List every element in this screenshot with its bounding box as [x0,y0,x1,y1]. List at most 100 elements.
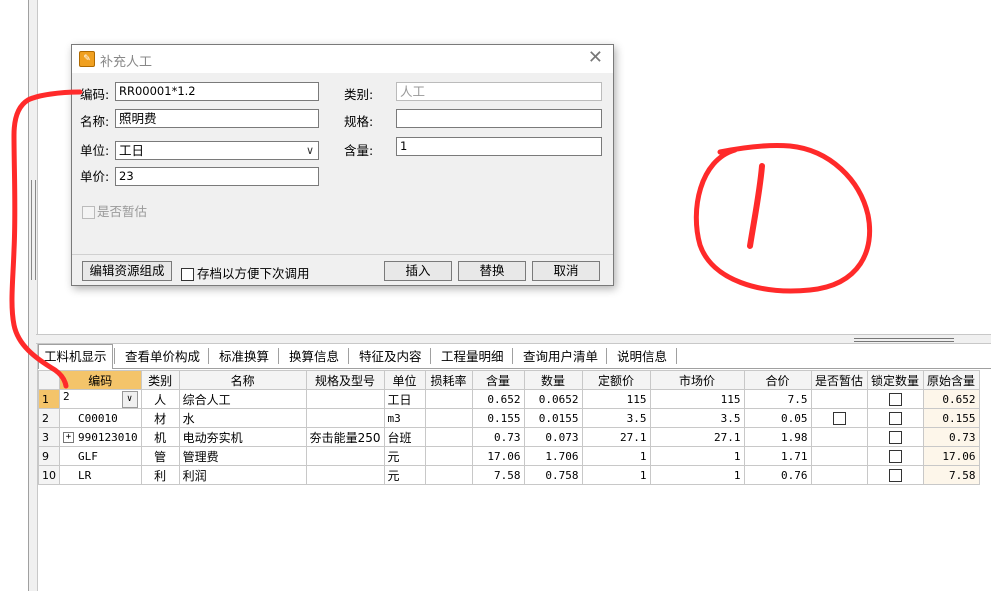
loss-cell[interactable] [424,465,473,485]
header-type[interactable]: 类别 [140,370,180,390]
lock-qty-checkbox[interactable] [888,450,902,463]
table-row[interactable]: 9 GLF 管 管理费 元 17.06 1.706 1 1 1.71 17.06 [38,446,980,466]
total-cell[interactable]: 7.5 [743,389,812,409]
lock-qty-cell[interactable] [866,408,924,428]
type-cell[interactable]: 人 [140,389,180,409]
header-original-qty[interactable]: 原始含量 [922,370,980,390]
table-row[interactable]: 1 2 ∨ 人 综合人工 工日 0.652 0.0652 115 115 7.5 … [38,389,980,409]
estimate-cell[interactable] [810,408,868,428]
chevron-down-icon[interactable]: ∨ [306,142,314,159]
header-name[interactable]: 名称 [178,370,307,390]
header-loss[interactable]: 损耗率 [424,370,473,390]
unit-cell[interactable]: 元 [383,465,426,485]
chevron-down-icon[interactable]: ∨ [121,391,138,408]
splitter-grip[interactable] [31,180,36,280]
spec-field[interactable] [396,109,602,128]
type-cell[interactable]: 管 [140,446,180,466]
amount-cell[interactable]: 0.0652 [523,389,583,409]
expand-icon[interactable]: + [63,432,74,443]
header-lock-qty[interactable]: 锁定数量 [866,370,924,390]
lock-qty-cell[interactable] [866,446,924,466]
code-cell[interactable]: LR [59,465,142,485]
amount-cell[interactable]: 0.073 [523,427,583,447]
type-cell[interactable]: 机 [140,427,180,447]
total-cell[interactable]: 0.05 [743,408,812,428]
replace-button[interactable]: 替换 [458,261,526,281]
tab-conversion-info[interactable]: 换算信息 [284,346,344,367]
code-cell[interactable]: C00010 [59,408,142,428]
table-row[interactable]: 10 LR 利 利润 元 7.58 0.758 1 1 0.76 7.58 [38,465,980,485]
code-value[interactable]: 2 [63,391,70,404]
estimate-cell[interactable] [810,465,868,485]
lock-qty-checkbox[interactable] [888,431,902,444]
unit-cell[interactable]: 台班 [383,427,426,447]
tab-features[interactable]: 特征及内容 [354,346,427,367]
tab-standard-conversion[interactable]: 标准换算 [214,346,274,367]
dialog-titlebar[interactable]: ✎ 补充人工 ✕ [72,45,613,73]
qty-cell[interactable]: 7.58 [471,465,525,485]
estimate-cell[interactable] [810,427,868,447]
quota-price-cell[interactable]: 1 [581,465,651,485]
tab-description[interactable]: 说明信息 [612,346,672,367]
cancel-button[interactable]: 取消 [532,261,600,281]
code-value[interactable]: 990123010 [78,431,138,444]
total-cell[interactable]: 0.76 [743,465,812,485]
horizontal-splitter[interactable] [36,334,991,344]
lock-qty-checkbox[interactable] [888,393,902,406]
tab-user-list[interactable]: 查询用户清单 [518,346,603,367]
checkbox-box[interactable] [181,268,194,281]
left-splitter[interactable] [28,0,38,591]
code-cell[interactable]: +990123010 [59,427,142,447]
name-cell[interactable]: 管理费 [178,446,307,466]
estimate-cell[interactable] [810,446,868,466]
header-qty[interactable]: 含量 [471,370,525,390]
spec-cell[interactable] [305,408,385,428]
spec-cell[interactable] [305,446,385,466]
market-price-cell[interactable]: 115 [649,389,745,409]
amount-cell[interactable]: 1.706 [523,446,583,466]
loss-cell[interactable] [424,389,473,409]
market-price-cell[interactable]: 1 [649,465,745,485]
table-row[interactable]: 2 C00010 材 水 m3 0.155 0.0155 3.5 3.5 0.0… [38,408,980,428]
tab-quantity-detail[interactable]: 工程量明细 [436,346,509,367]
splitter-grip[interactable] [854,338,954,342]
estimate-checkbox[interactable] [832,412,846,425]
header-quota-price[interactable]: 定额价 [581,370,651,390]
unit-cell[interactable]: 工日 [383,389,426,409]
loss-cell[interactable] [424,408,473,428]
code-field[interactable]: RR00001*1.2 [115,82,319,101]
tab-labor-material[interactable]: 工料机显示 [38,344,113,369]
spec-cell[interactable] [305,389,385,409]
lock-qty-cell[interactable] [866,465,924,485]
insert-button[interactable]: 插入 [384,261,452,281]
qty-cell[interactable]: 0.73 [471,427,525,447]
unit-select[interactable]: 工日 ∨ [115,141,319,160]
qty-cell[interactable]: 0.652 [471,389,525,409]
unit-cell[interactable]: m3 [383,408,426,428]
lock-qty-checkbox[interactable] [888,412,902,425]
lock-qty-cell[interactable] [866,389,924,409]
header-estimate[interactable]: 是否暂估 [810,370,868,390]
quota-price-cell[interactable]: 3.5 [581,408,651,428]
market-price-cell[interactable]: 27.1 [649,427,745,447]
quota-price-cell[interactable]: 27.1 [581,427,651,447]
total-cell[interactable]: 1.98 [743,427,812,447]
tab-unit-price[interactable]: 查看单价构成 [120,346,205,367]
name-cell[interactable]: 利润 [178,465,307,485]
total-cell[interactable]: 1.71 [743,446,812,466]
type-cell[interactable]: 利 [140,465,180,485]
header-spec[interactable]: 规格及型号 [305,370,385,390]
quota-price-cell[interactable]: 115 [581,389,651,409]
loss-cell[interactable] [424,427,473,447]
spec-cell[interactable]: 夯击能量250 [305,427,385,447]
lock-qty-checkbox[interactable] [888,469,902,482]
unit-cell[interactable]: 元 [383,446,426,466]
code-dropdown[interactable]: 2 ∨ [59,389,142,409]
amount-cell[interactable]: 0.758 [523,465,583,485]
price-field[interactable]: 23 [115,167,319,186]
header-total[interactable]: 合价 [743,370,812,390]
edit-resource-button[interactable]: 编辑资源组成 [82,261,172,281]
header-code[interactable]: 编码 [59,370,142,390]
amount-cell[interactable]: 0.0155 [523,408,583,428]
name-field[interactable]: 照明费 [115,109,319,128]
